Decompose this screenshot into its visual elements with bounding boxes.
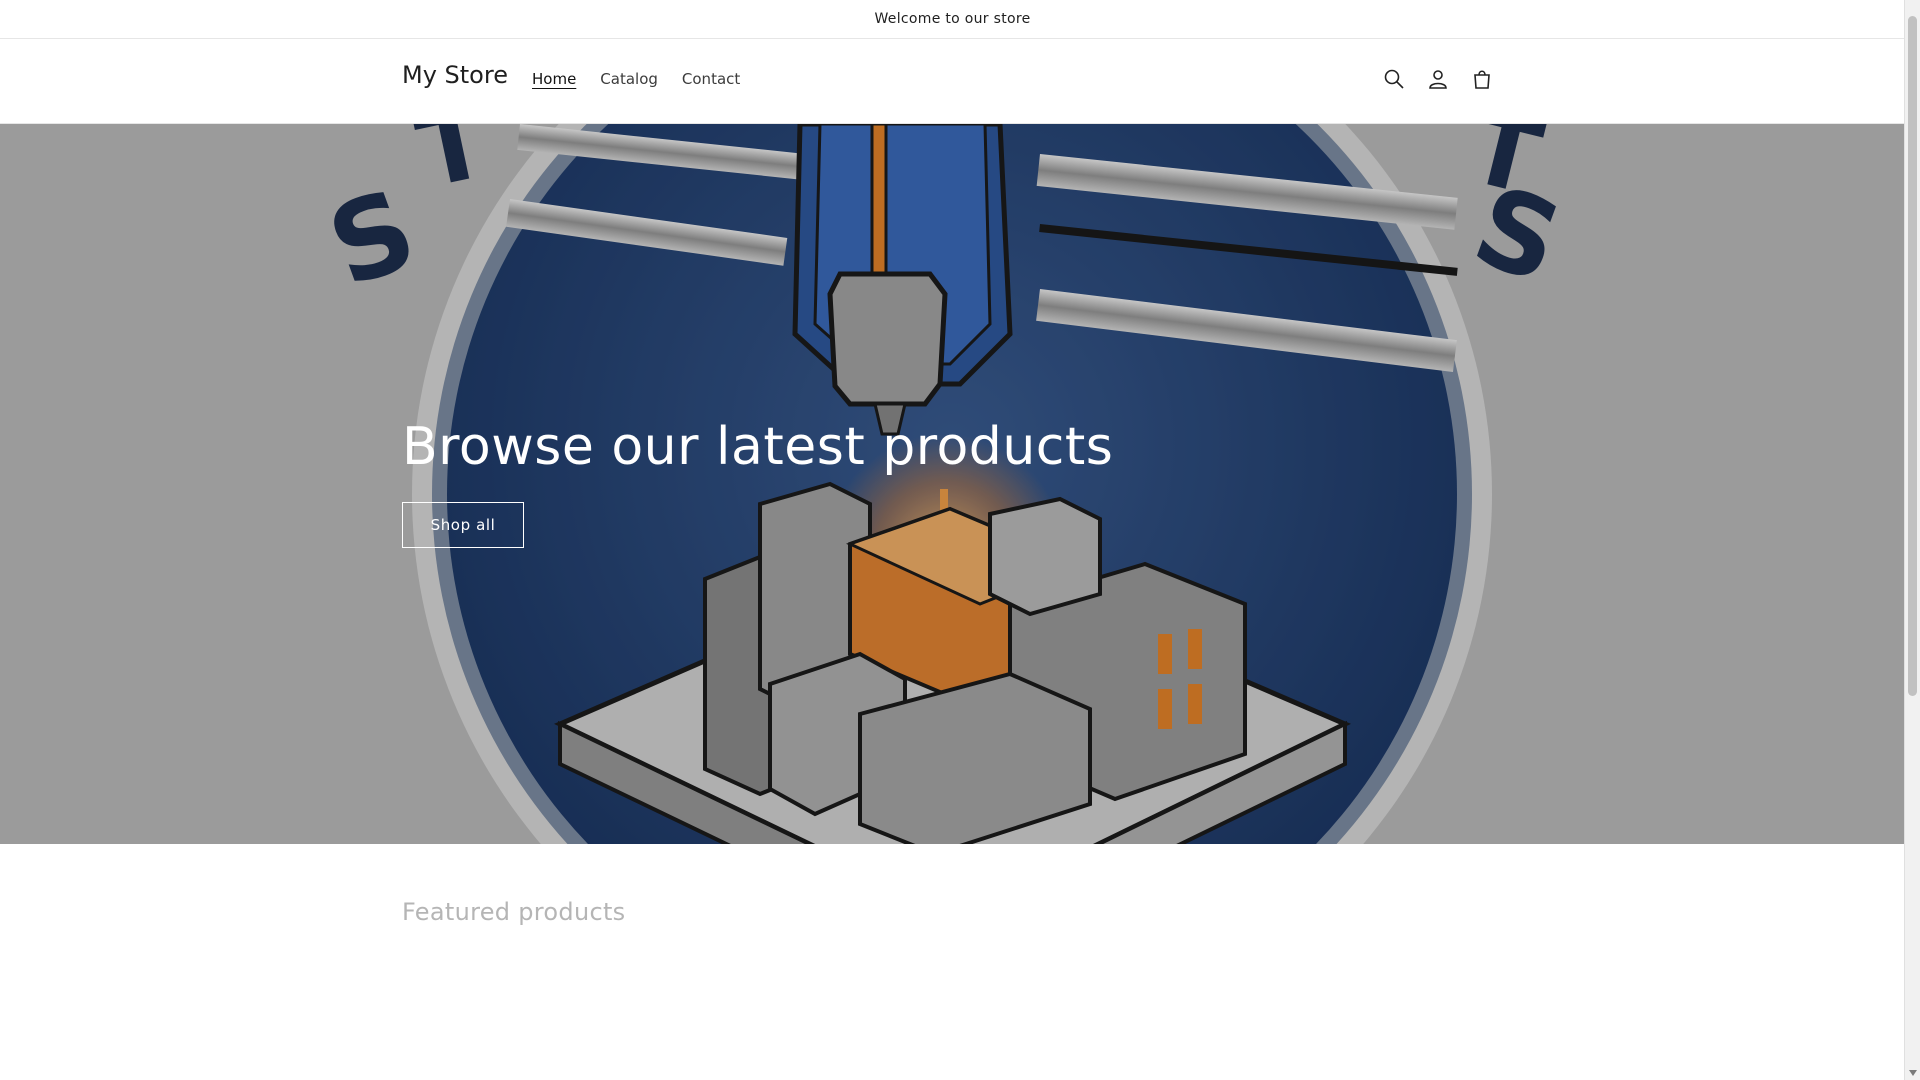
search-button[interactable]	[1376, 61, 1412, 97]
site-header: My Store Home Catalog Contact	[0, 39, 1905, 124]
nav-contact[interactable]: Contact	[670, 67, 752, 91]
hero-title: Browse our latest products	[402, 417, 1114, 477]
page: Welcome to our store My Store Home Catal…	[0, 0, 1905, 1080]
account-icon	[1429, 70, 1447, 89]
cart-icon	[1474, 70, 1490, 89]
nav-catalog[interactable]: Catalog	[588, 67, 670, 91]
scroll-down-arrow-icon[interactable]	[1909, 1070, 1917, 1076]
page-scrollbar[interactable]	[1904, 0, 1920, 1080]
announcement-bar: Welcome to our store	[0, 0, 1905, 39]
main-nav: Home Catalog Contact	[520, 67, 752, 91]
shop-all-button[interactable]: Shop all	[402, 502, 524, 549]
cart-button[interactable]	[1464, 61, 1500, 97]
account-button[interactable]	[1420, 61, 1456, 97]
store-logo[interactable]: My Store	[402, 61, 508, 89]
nav-home[interactable]: Home	[520, 67, 588, 91]
header-icons	[1376, 61, 1500, 97]
search-icon	[1384, 69, 1404, 89]
hero-banner: S T T S Browse our latest products Shop …	[0, 124, 1905, 844]
featured-products-section: Featured products	[402, 898, 625, 926]
scrollbar-thumb[interactable]	[1908, 16, 1917, 696]
hero-content: Browse our latest products Shop all	[402, 416, 1114, 549]
featured-products-title: Featured products	[402, 898, 626, 926]
announcement-text: Welcome to our store	[874, 11, 1031, 27]
